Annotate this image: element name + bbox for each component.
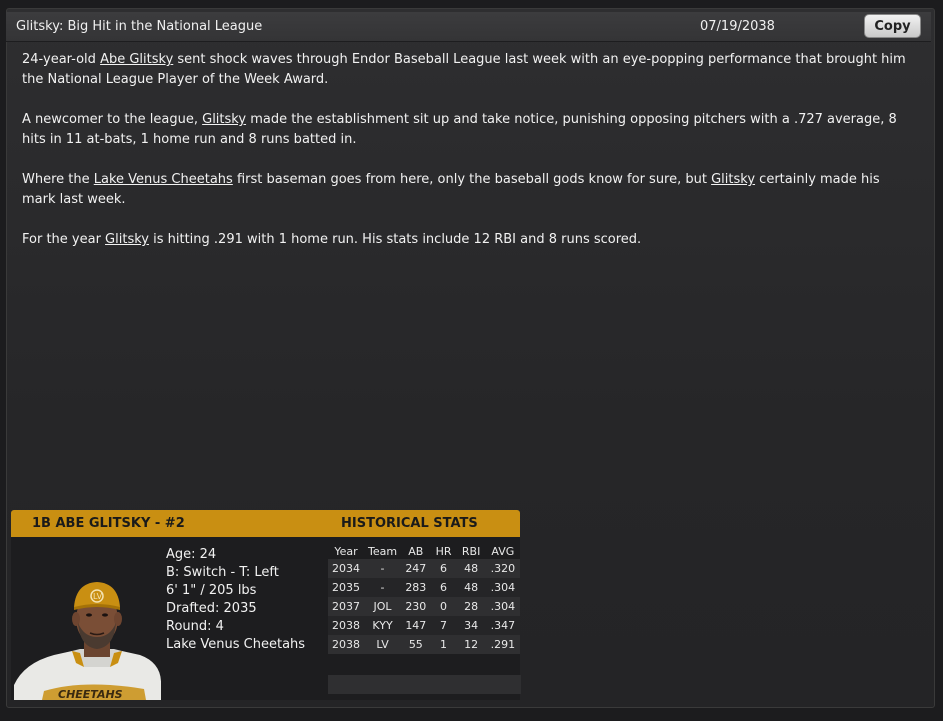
stats-row: 2034 - 247 6 48 .320 [328,559,520,578]
article-text: 24-year-old [22,52,101,67]
stats-header-hr: HR [435,544,452,558]
stats-cell: - [380,581,385,594]
svg-text:LV: LV [93,592,103,601]
stats-cell: .304 [490,581,516,594]
stats-header-team: Team [368,544,398,558]
stats-cell: 2037 [332,600,360,613]
player-card-name[interactable]: 1B ABE GLITSKY - #2 [32,516,185,531]
article-paragraph: Where the Lake Venus Cheetahs first base… [22,170,912,210]
stats-cell: 7 [440,619,448,632]
stats-cell: 2038 [332,638,360,651]
svg-text:CHEETAHS: CHEETAHS [58,688,123,700]
stats-cell: 230 [405,600,427,613]
player-round: Round: 4 [166,619,224,634]
stats-cell: LV [376,638,389,651]
stats-cell: 48 [464,562,479,575]
stats-cell: 2035 [332,581,360,594]
player-height-weight: 6' 1" / 205 lbs [166,583,257,598]
player-bats-throws: B: Switch - T: Left [166,565,279,580]
historical-stats-heading: HISTORICAL STATS [341,516,478,531]
stats-cell: 147 [405,619,427,632]
stats-cell: KYY [372,619,393,632]
stats-row: 2038 KYY 147 7 34 .347 [328,616,520,635]
player-info: Age: 24 B: Switch - T: Left 6' 1" / 205 … [166,546,305,654]
news-header: Glitsky: Big Hit in the National League … [6,12,931,42]
player-photo[interactable]: CHEETAHS LV [14,567,161,700]
stats-cell: .320 [490,562,516,575]
stats-cell: 2038 [332,619,360,632]
stats-cell: JOL [373,600,392,613]
stats-footer-bar [328,675,521,694]
stats-cell: 0 [440,600,448,613]
stats-cell: 1 [440,638,448,651]
news-article: 24-year-old Abe Glitsky sent shock waves… [22,50,912,270]
player-card: CHEETAHS LV Age: 24 B: Switch - T: Left … [11,537,521,700]
article-paragraph: 24-year-old Abe Glitsky sent shock waves… [22,50,912,90]
article-text: first baseman goes from here, only the b… [232,172,712,187]
stats-cell: 48 [464,581,479,594]
article-paragraph: For the year Glitsky is hitting .291 wit… [22,230,912,250]
stats-cell: 28 [464,600,479,613]
stats-row: 2035 - 283 6 48 .304 [328,578,520,597]
stats-header-ab: AB [408,544,424,558]
player-age: Age: 24 [166,547,217,562]
article-text: A newcomer to the league, [22,112,203,127]
article-text: Where the [22,172,94,187]
stats-cell: 55 [408,638,423,651]
stats-header-row: Year Team AB HR RBI AVG [328,543,520,559]
player-link[interactable]: Glitsky [711,172,755,187]
player-link[interactable]: Glitsky [105,232,149,247]
stats-cell: .347 [490,619,516,632]
stats-row: 2037 JOL 230 0 28 .304 [328,597,520,616]
article-text: is hitting .291 with 1 home run. His sta… [148,232,642,247]
copy-button[interactable]: Copy [864,14,921,38]
stats-header-year: Year [334,544,358,558]
stats-cell: 6 [440,581,448,594]
historical-stats-table: Year Team AB HR RBI AVG 2034 - 247 6 48 … [328,543,520,654]
stats-header-rbi: RBI [461,544,481,558]
player-team[interactable]: Lake Venus Cheetahs [166,636,305,654]
stats-cell: .291 [490,638,516,651]
stats-cell: .304 [490,600,516,613]
player-portrait-image: CHEETAHS LV [14,567,161,700]
stats-cell: 283 [405,581,427,594]
stats-cell: - [380,562,385,575]
stats-header-avg: AVG [491,544,515,558]
stats-cell: 2034 [332,562,360,575]
stats-cell: 34 [464,619,479,632]
stats-cell: 12 [464,638,479,651]
news-date: 07/19/2038 [700,19,775,34]
player-card-header: 1B ABE GLITSKY - #2 HISTORICAL STATS [11,510,520,537]
team-link[interactable]: Lake Venus Cheetahs [94,172,233,187]
news-title: Glitsky: Big Hit in the National League [16,19,263,34]
article-paragraph: A newcomer to the league, Glitsky made t… [22,110,912,150]
player-link[interactable]: Abe Glitsky [100,52,173,67]
stats-cell: 6 [440,562,448,575]
stats-cell: 247 [405,562,427,575]
player-link[interactable]: Glitsky [202,112,246,127]
stats-row: 2038 LV 55 1 12 .291 [328,635,520,654]
article-text: For the year [22,232,106,247]
player-drafted: Drafted: 2035 [166,601,257,616]
